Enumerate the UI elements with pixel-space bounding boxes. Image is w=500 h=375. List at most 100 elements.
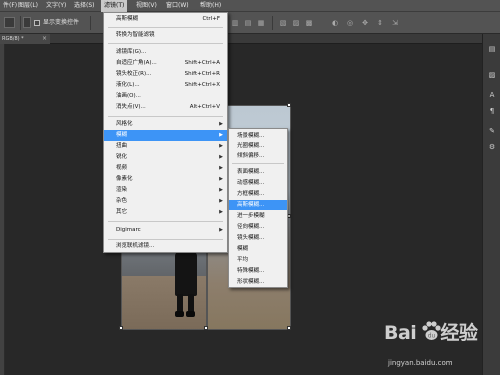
menu-item-shortcut: Alt+Ctrl+V: [189, 104, 220, 110]
submenu-item-blur[interactable]: 模糊: [229, 244, 287, 254]
adjustments-icon[interactable]: ▨: [487, 70, 497, 80]
menu-window[interactable]: 窗口(W): [163, 0, 192, 12]
menu-item-stylize[interactable]: 风格化 ▶: [104, 119, 227, 130]
options-bar: 显示变换控件 ▥ ▤ ▦ ▧ ▨ ▩ ◐ ◎ ✥ ⇕ ⇲: [0, 12, 500, 34]
menu-separator: [108, 116, 223, 117]
distribute-center-icon[interactable]: ▨: [291, 18, 301, 28]
submenu-arrow-icon: ▶: [219, 132, 223, 138]
align-icon[interactable]: ▥: [230, 18, 240, 28]
menu-item-other[interactable]: 其它 ▶: [104, 207, 227, 218]
menu-item-label: 滤镜库(G)...: [116, 49, 147, 55]
transform-handle[interactable]: [204, 326, 208, 330]
menu-type[interactable]: 文字(Y): [43, 0, 69, 12]
submenu-arrow-icon: ▶: [219, 154, 223, 160]
submenu-item-lens-blur[interactable]: 镜头模糊...: [229, 233, 287, 243]
menu-item-shortcut: Shift+Ctrl+A: [184, 60, 220, 66]
menu-select[interactable]: 选择(S): [71, 0, 98, 12]
transform-handle[interactable]: [287, 326, 291, 330]
align-center-icon[interactable]: ▤: [243, 18, 253, 28]
menu-item-digimarc[interactable]: Digimarc ▶: [104, 225, 227, 236]
menu-item-blur[interactable]: 模糊 ▶: [104, 130, 227, 141]
distribute-icon[interactable]: ▧: [278, 18, 288, 28]
menu-item-label: 风格化: [116, 121, 133, 127]
show-transform-controls-checkbox[interactable]: [34, 20, 40, 26]
menu-separator: [232, 163, 284, 164]
submenu-item-motion-blur[interactable]: 动感模糊...: [229, 178, 287, 188]
menu-item-distort[interactable]: 扭曲 ▶: [104, 141, 227, 152]
menu-item-video[interactable]: 视频 ▶: [104, 163, 227, 174]
document-tab-label: RGB/8) *: [2, 36, 24, 42]
3d-slide-icon[interactable]: ⇕: [375, 18, 385, 28]
submenu-item-iris-blur[interactable]: 光圈模糊...: [229, 141, 287, 151]
close-icon[interactable]: ×: [42, 34, 47, 44]
brush-icon[interactable]: ✎: [487, 126, 497, 136]
menu-item-pixelate[interactable]: 像素化 ▶: [104, 174, 227, 185]
submenu-item-blur-more[interactable]: 进一步模糊: [229, 211, 287, 221]
menu-filter[interactable]: 滤镜(T): [101, 0, 128, 12]
document-tab-bar: RGB/8) * ×: [0, 34, 500, 44]
submenu-item-box-blur[interactable]: 方框模糊...: [229, 189, 287, 199]
menu-separator: [108, 221, 223, 222]
submenu-arrow-icon: ▶: [219, 176, 223, 182]
menu-item-label: 扭曲: [116, 143, 128, 149]
submenu-item-tilt-shift[interactable]: 倾斜偏移...: [229, 151, 287, 161]
submenu-item-shape-blur[interactable]: 形状模糊...: [229, 277, 287, 287]
submenu-item-field-blur[interactable]: 场景模糊...: [229, 131, 287, 141]
3d-scale-icon[interactable]: ⇲: [390, 18, 400, 28]
submenu-arrow-icon: ▶: [219, 187, 223, 193]
tool-presets-icon[interactable]: ⚙: [487, 142, 497, 152]
menu-item-label: 镜头校正(R)...: [116, 71, 152, 77]
submenu-item-radial-blur[interactable]: 径向模糊...: [229, 222, 287, 232]
menu-item-noise[interactable]: 杂色 ▶: [104, 196, 227, 207]
submenu-item-smart-blur[interactable]: 特殊模糊...: [229, 266, 287, 276]
paw-icon: du: [422, 321, 441, 340]
document-tab[interactable]: RGB/8) * ×: [0, 34, 50, 44]
menu-item-convert-smart-filters[interactable]: 转换为智能滤镜: [104, 30, 227, 41]
menu-item-render[interactable]: 渲染 ▶: [104, 185, 227, 196]
3d-drag-icon[interactable]: ✥: [360, 18, 370, 28]
menu-separator: [108, 43, 223, 44]
history-icon[interactable]: ▤: [487, 44, 497, 54]
submenu-arrow-icon: ▶: [219, 209, 223, 215]
submenu-item-surface-blur[interactable]: 表面模糊...: [229, 167, 287, 177]
menu-item-vanishing-point[interactable]: 消失点(V)... Alt+Ctrl+V: [104, 102, 227, 113]
menu-item-liquify[interactable]: 液化(L)... Shift+Ctrl+X: [104, 80, 227, 91]
filter-menu: 高斯模糊 Ctrl+F 转换为智能滤镜 滤镜库(G)... 自适应广角(A)..…: [103, 12, 228, 253]
tool-preset-button[interactable]: [4, 17, 15, 28]
menu-item-shortcut: Shift+Ctrl+X: [184, 82, 220, 88]
menu-item-browse-filters-online[interactable]: 浏览联机滤镜...: [104, 241, 227, 252]
3d-roll-icon[interactable]: ◎: [345, 18, 355, 28]
menu-item-label: 像素化: [116, 176, 133, 182]
watermark-logo-text-2: 经验: [440, 322, 478, 344]
options-divider: [20, 16, 21, 30]
3d-rotate-icon[interactable]: ◐: [330, 18, 340, 28]
menu-item-label: 自适应广角(A)...: [116, 60, 157, 66]
submenu-item-gaussian-blur[interactable]: 高斯模糊...: [229, 200, 287, 210]
menu-item-filter-gallery[interactable]: 滤镜库(G)...: [104, 47, 227, 58]
menu-item-label: 浏览联机滤镜...: [116, 243, 155, 249]
submenu-arrow-icon: ▶: [219, 227, 223, 233]
menu-item-adaptive-wide-angle[interactable]: 自适应广角(A)... Shift+Ctrl+A: [104, 58, 227, 69]
submenu-arrow-icon: ▶: [219, 143, 223, 149]
menu-item-label: 消失点(V)...: [116, 104, 146, 110]
svg-text:du: du: [428, 333, 436, 340]
menu-item-lens-correction[interactable]: 镜头校正(R)... Shift+Ctrl+R: [104, 69, 227, 80]
submenu-item-average[interactable]: 平均: [229, 255, 287, 265]
transform-handle[interactable]: [119, 326, 123, 330]
paragraph-icon[interactable]: ¶: [487, 106, 497, 116]
align-bottom-icon[interactable]: ▦: [256, 18, 266, 28]
transform-handle[interactable]: [287, 103, 291, 107]
menu-item-label: Digimarc: [116, 227, 141, 233]
menu-help[interactable]: 帮助(H): [197, 0, 224, 12]
menu-layer[interactable]: 图层(L): [15, 0, 41, 12]
menu-item-oil-paint[interactable]: 油画(O)...: [104, 91, 227, 102]
distribute-bottom-icon[interactable]: ▩: [304, 18, 314, 28]
character-icon[interactable]: A: [487, 90, 497, 100]
options-divider: [90, 16, 91, 30]
options-divider: [272, 16, 273, 30]
menu-item-sharpen[interactable]: 锐化 ▶: [104, 152, 227, 163]
menu-view[interactable]: 视图(V): [133, 0, 160, 12]
menu-item-last-filter[interactable]: 高斯模糊 Ctrl+F: [104, 14, 227, 25]
auto-select-button[interactable]: [23, 17, 31, 28]
menu-item-label: 模糊: [116, 132, 128, 138]
